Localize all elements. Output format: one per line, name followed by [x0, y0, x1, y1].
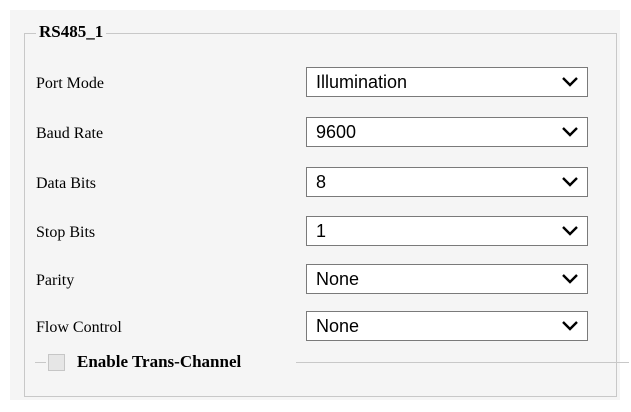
- chevron-down-icon: [562, 77, 578, 87]
- group-title: RS485_1: [36, 22, 107, 42]
- chevron-down-icon: [562, 127, 578, 137]
- flow-control-label: Flow Control: [36, 319, 122, 336]
- subgroup-divider-right: [296, 362, 629, 363]
- enable-trans-channel-checkbox[interactable]: [48, 354, 65, 371]
- parity-row: Parity None: [36, 264, 596, 298]
- parity-label: Parity: [36, 272, 75, 289]
- chevron-down-icon: [562, 177, 578, 187]
- flow-control-value: None: [316, 316, 360, 336]
- flow-control-select[interactable]: None: [306, 311, 588, 341]
- enable-trans-channel-label: Enable Trans-Channel: [77, 352, 242, 371]
- chevron-down-icon: [562, 274, 578, 284]
- baud-rate-value: 9600: [316, 122, 357, 142]
- data-bits-label: Data Bits: [36, 175, 96, 192]
- chevron-down-icon: [562, 321, 578, 331]
- baud-rate-row: Baud Rate 9600: [36, 117, 596, 151]
- port-mode-label: Port Mode: [36, 75, 104, 92]
- chevron-down-icon: [562, 226, 578, 236]
- subgroup-divider-left: [35, 362, 46, 363]
- stop-bits-row: Stop Bits 1: [36, 216, 596, 250]
- stop-bits-select[interactable]: 1: [306, 216, 588, 246]
- parity-value: None: [316, 269, 360, 289]
- stop-bits-value: 1: [316, 221, 327, 241]
- stop-bits-label: Stop Bits: [36, 224, 96, 241]
- port-mode-select[interactable]: Illumination: [306, 67, 588, 97]
- baud-rate-label: Baud Rate: [36, 125, 104, 142]
- data-bits-select[interactable]: 8: [306, 167, 588, 197]
- data-bits-row: Data Bits 8: [36, 167, 596, 201]
- data-bits-value: 8: [316, 172, 327, 192]
- baud-rate-select[interactable]: 9600: [306, 117, 588, 147]
- port-mode-value: Illumination: [316, 72, 408, 92]
- parity-select[interactable]: None: [306, 264, 588, 294]
- flow-control-row: Flow Control None: [36, 311, 596, 345]
- port-mode-row: Port Mode Illumination: [36, 67, 596, 101]
